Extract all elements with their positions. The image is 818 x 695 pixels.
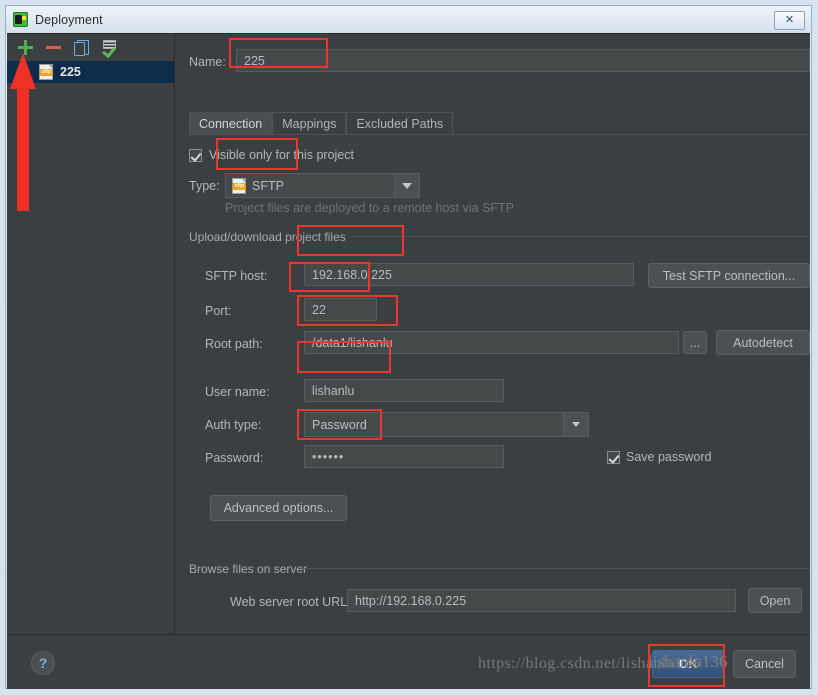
close-icon[interactable]: ✕	[774, 11, 805, 30]
browse-root-path-button[interactable]: ...	[683, 331, 707, 354]
copy-icon[interactable]	[73, 39, 90, 56]
test-sftp-connection-button[interactable]: Test SFTP connection...	[648, 263, 810, 288]
password-input[interactable]: ••••••	[304, 445, 504, 468]
name-input[interactable]: 225	[236, 49, 810, 72]
group-divider	[352, 236, 810, 237]
sidebar-item-label: 225	[60, 65, 81, 79]
port-label: Port:	[205, 304, 232, 318]
web-url-label: Web server root URL:	[230, 595, 351, 609]
type-hint: Project files are deployed to a remote h…	[225, 201, 515, 215]
advanced-options-button[interactable]: Advanced options...	[210, 495, 347, 521]
auth-type-label: Auth type:	[205, 418, 262, 432]
autodetect-button[interactable]: Autodetect	[716, 330, 810, 355]
deployment-dialog-window: Deployment ✕ 225	[5, 5, 812, 689]
dialog-body: 225 Name: 225 Connection Mappings Exclud…	[7, 33, 810, 689]
watermark-overlay: lishanlu136	[648, 652, 728, 671]
visible-only-label: Visible only for this project	[209, 148, 354, 162]
title-bar: Deployment ✕	[6, 6, 811, 33]
auth-type-value: Password	[312, 417, 367, 432]
open-url-button[interactable]: Open	[748, 588, 802, 613]
watermark-text: https://blog.csdn.net/lishanlu136	[478, 655, 701, 672]
root-path-input[interactable]: /data1/lishanlu	[304, 331, 679, 354]
type-label: Type:	[189, 179, 220, 193]
check-list-icon[interactable]	[101, 39, 118, 56]
root-path-label: Root path:	[205, 337, 263, 351]
tab-excluded-paths[interactable]: Excluded Paths	[346, 112, 454, 135]
chevron-down-icon[interactable]	[394, 174, 419, 197]
browse-group-title: Browse files on server	[189, 562, 308, 576]
sftp-host-input[interactable]: 192.168.0.225	[304, 263, 634, 286]
user-name-input[interactable]: lishanlu	[304, 379, 504, 402]
type-combobox[interactable]: SFTP	[225, 173, 420, 198]
port-input[interactable]: 22	[304, 298, 377, 321]
save-password-label: Save password	[626, 450, 712, 464]
settings-tabs: Connection Mappings Excluded Paths	[189, 112, 454, 135]
connection-settings-panel: Name: 225 Connection Mappings Excluded P…	[175, 34, 810, 634]
checkbox-check-icon	[189, 148, 202, 162]
screenshot-root: Deployment ✕ 225	[0, 0, 818, 695]
pycharm-icon	[13, 12, 28, 27]
up-arrow-icon	[10, 53, 36, 211]
window-title: Deployment	[35, 12, 103, 27]
group-divider	[299, 568, 810, 569]
tab-connection[interactable]: Connection	[189, 112, 273, 135]
sftp-host-label: SFTP host:	[205, 269, 268, 283]
web-server-root-url-input[interactable]: http://192.168.0.225	[347, 589, 736, 612]
password-label: Password:	[205, 451, 264, 465]
minus-icon[interactable]	[45, 39, 62, 56]
name-label: Name:	[189, 55, 226, 69]
upload-group-title: Upload/download project files	[189, 230, 346, 244]
visible-only-checkbox[interactable]: Visible only for this project	[189, 148, 354, 162]
checkbox-check-icon	[607, 450, 620, 464]
user-name-label: User name:	[205, 385, 270, 399]
tabs-underline	[189, 134, 810, 135]
sftp-server-icon	[39, 64, 53, 80]
type-value: SFTP	[252, 178, 284, 193]
help-icon[interactable]: ?	[31, 651, 55, 675]
tab-mappings[interactable]: Mappings	[272, 112, 347, 135]
save-password-checkbox[interactable]: Save password	[607, 450, 711, 464]
chevron-down-icon[interactable]	[563, 413, 588, 436]
sftp-type-icon	[232, 177, 246, 194]
auth-type-combobox[interactable]: Password	[304, 412, 589, 437]
